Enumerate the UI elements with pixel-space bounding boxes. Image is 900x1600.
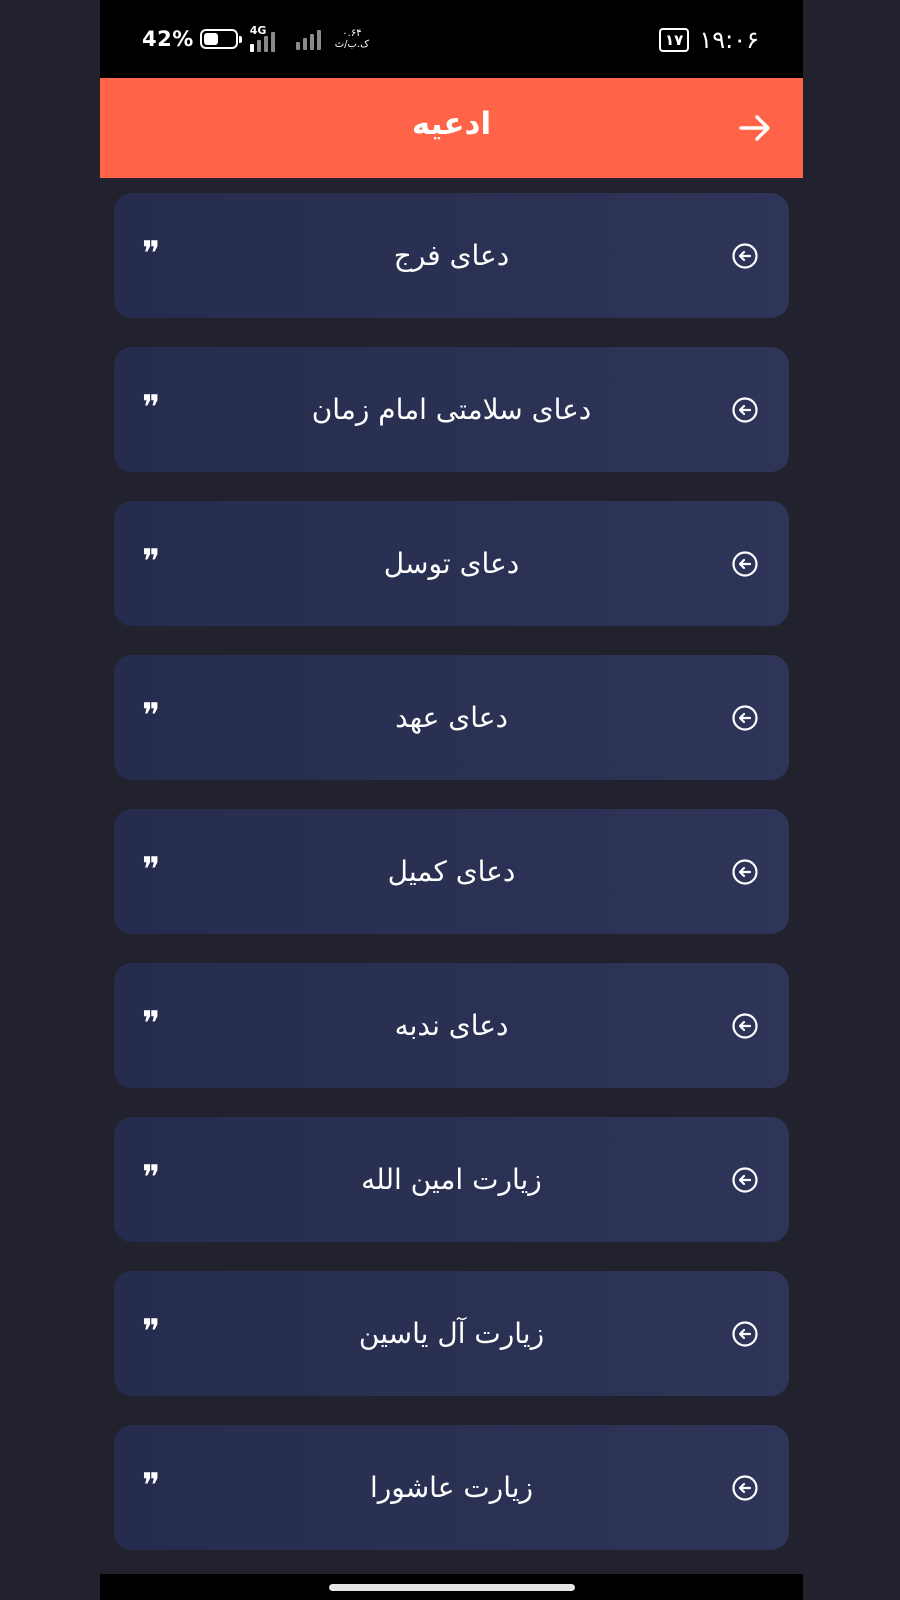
list-item-label: زیارت آل یاسین [358,1317,545,1350]
status-left: 42% 4G ۰.۶۴ ک.ب/ث [142,24,369,52]
status-bar: 42% 4G ۰.۶۴ ک.ب/ث ۱۷ ۱۹:۰۶ [100,0,803,78]
calendar-date-badge: ۱۷ [659,28,690,52]
list-item-label: دعای عهد [395,701,508,734]
arrow-right-icon[interactable] [737,110,773,146]
home-indicator[interactable] [329,1584,575,1591]
quote-icon: ❞ [142,1312,161,1352]
network-speed: ۰.۶۴ ک.ب/ث [335,28,369,50]
list-item-label: دعای کمیل [387,855,516,888]
circle-arrow-left-icon [732,859,758,885]
page-title: ادعیه [411,106,492,142]
circle-arrow-left-icon [732,1013,758,1039]
circle-arrow-left-icon [732,1167,758,1193]
list-item[interactable]: ❞ دعای فرج [114,193,789,318]
status-right: ۱۷ ۱۹:۰۶ [659,26,759,54]
list-item[interactable]: ❞ دعای عهد [114,655,789,780]
circle-arrow-left-icon [732,397,758,423]
list-item-label: دعای فرج [393,239,510,272]
clock: ۱۹:۰۶ [699,26,759,54]
list-item-label: زیارت عاشورا [369,1471,534,1504]
quote-icon: ❞ [142,696,161,736]
circle-arrow-left-icon [732,705,758,731]
phone-screen: 42% 4G ۰.۶۴ ک.ب/ث ۱۷ ۱۹:۰۶ ادعیه ❞ دعای … [100,0,803,1600]
signal-4g-icon: 4G [249,24,290,52]
list-item[interactable]: ❞ دعای سلامتی امام زمان [114,347,789,472]
quote-icon: ❞ [142,234,161,274]
list-item[interactable]: ❞ دعای ندبه [114,963,789,1088]
quote-icon: ❞ [142,1466,161,1506]
list-item-label: دعای توسل [383,547,520,580]
signal-icon [295,28,321,50]
quote-icon: ❞ [142,388,161,428]
quote-icon: ❞ [142,850,161,890]
circle-arrow-left-icon [732,243,758,269]
list-item-label: زیارت امین الله [361,1163,542,1196]
circle-arrow-left-icon [732,551,758,577]
list-item[interactable]: ❞ زیارت عاشورا [114,1425,789,1550]
app-bar: ادعیه [100,78,803,178]
list-item[interactable]: ❞ زیارت آل یاسین [114,1271,789,1396]
battery-icon [199,29,242,49]
list-item[interactable]: ❞ دعای کمیل [114,809,789,934]
list-item[interactable]: ❞ زیارت امین الله [114,1117,789,1242]
circle-arrow-left-icon [732,1321,758,1347]
quote-icon: ❞ [142,1158,161,1198]
list-item-label: دعای ندبه [394,1009,509,1042]
battery-percent: 42% [142,27,194,51]
list-item[interactable]: ❞ دعای توسل [114,501,789,626]
list-item-label: دعای سلامتی امام زمان [311,393,592,426]
speed-value: ۰.۶۴ [342,28,362,39]
prayer-list: ❞ دعای فرج ❞ دعای سلامتی امام زمان ❞ دعا… [114,193,789,1579]
speed-unit: ک.ب/ث [334,39,370,50]
navigation-bar [100,1574,803,1600]
circle-arrow-left-icon [732,1475,758,1501]
quote-icon: ❞ [142,1004,161,1044]
quote-icon: ❞ [142,542,161,582]
